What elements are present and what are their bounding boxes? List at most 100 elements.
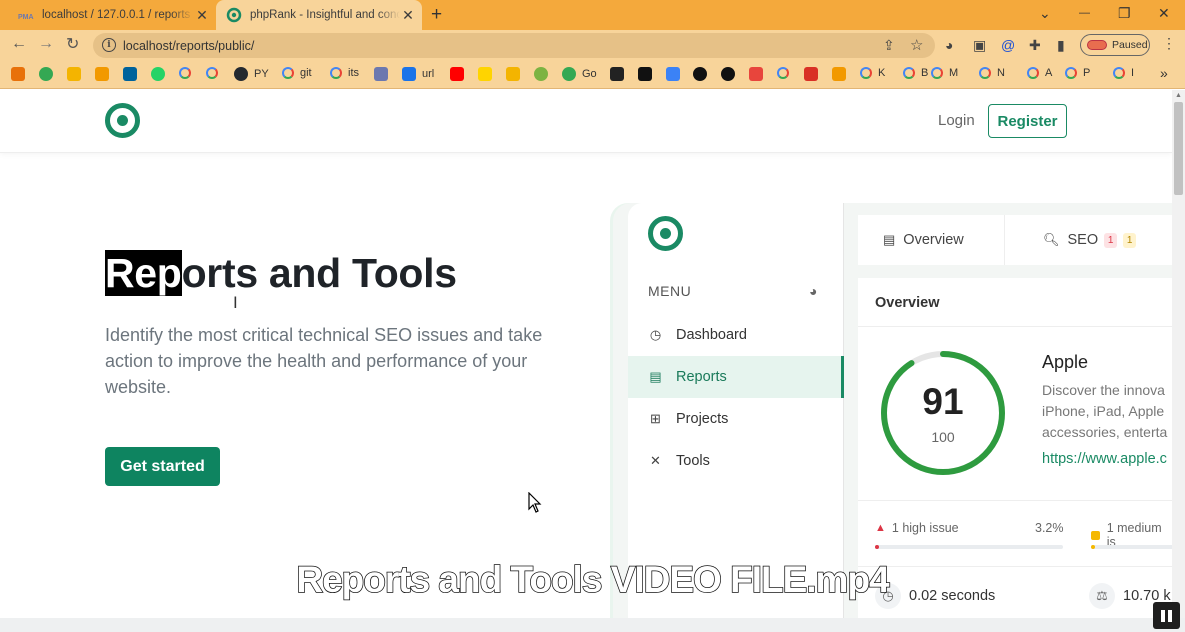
high-issue-fill <box>875 545 879 549</box>
forward-icon[interactable]: → <box>38 35 54 53</box>
hero-title: Reports and Tools <box>105 250 457 297</box>
bars-icon <box>95 67 109 81</box>
register-button[interactable]: Register <box>988 104 1067 138</box>
sidebar-item-dashboard[interactable]: ◷ Dashboard <box>628 314 844 356</box>
site-info-icon[interactable]: i <box>102 38 116 52</box>
close-tab-icon[interactable]: ✕ <box>194 7 210 24</box>
circle-icon <box>562 67 576 81</box>
tab-strip: PMA localhost / 127.0.0.1 / reports / u … <box>0 0 1185 30</box>
bookmark-item[interactable] <box>450 67 464 81</box>
close-window-button[interactable]: ✕ <box>1158 5 1170 22</box>
bookmark-item[interactable] <box>123 67 137 81</box>
ieee-icon <box>123 67 137 81</box>
bookmark-item[interactable]: P <box>1065 67 1090 79</box>
new-tab-button[interactable]: + <box>431 4 442 26</box>
bookmark-item[interactable]: url <box>402 67 434 81</box>
scrollbar-thumb[interactable] <box>1174 102 1183 195</box>
bookmark-item[interactable]: its <box>330 67 359 79</box>
bookmark-item[interactable] <box>67 67 81 81</box>
bookmark-item[interactable] <box>804 67 818 81</box>
restore-button[interactable]: ❐ <box>1118 5 1131 22</box>
bookmark-star-icon[interactable]: ☆ <box>910 36 923 54</box>
bookmark-label: A <box>1045 67 1053 79</box>
panda-extension-icon[interactable]: ◕ <box>945 37 953 53</box>
sidebar-item-label: Tools <box>676 453 710 469</box>
medium-issues-badge: 1 <box>1123 232 1137 248</box>
bookmark-item[interactable]: N <box>979 67 1005 79</box>
url-text[interactable]: localhost/reports/public/ <box>123 39 254 53</box>
sidebar-item-tools[interactable]: ✕ Tools <box>628 440 844 482</box>
palette-icon[interactable]: ◕ <box>809 283 817 299</box>
bookmark-label: P <box>1083 67 1091 79</box>
bookmark-item[interactable] <box>374 67 388 81</box>
bookmark-item[interactable] <box>610 67 624 81</box>
phprank-logo[interactable] <box>105 103 140 138</box>
bookmark-item[interactable] <box>638 67 652 81</box>
address-bar[interactable]: i localhost/reports/public/ ⇪ ☆ <box>93 33 935 58</box>
browser-toolbar: ← → ↻ i localhost/reports/public/ ⇪ ☆ ◕ … <box>0 30 1185 61</box>
bookmark-item[interactable]: M <box>931 67 958 79</box>
bookmark-item[interactable]: PY <box>234 67 269 81</box>
tab-phpmyadmin[interactable]: PMA localhost / 127.0.0.1 / reports / u … <box>8 0 216 30</box>
bookmark-item[interactable] <box>693 67 707 81</box>
page-scrollbar[interactable]: ▲ <box>1172 90 1185 618</box>
bookmark-item[interactable] <box>39 67 53 81</box>
bookmark-item[interactable]: I <box>1113 67 1134 79</box>
phprank-logo <box>648 216 683 251</box>
google-icon <box>903 67 915 79</box>
dashboard-preview: MENU ◕ ◷ Dashboard ▤ Reports ⊞ Projects ✕ To… <box>613 203 1172 618</box>
bookmark-item[interactable] <box>777 67 789 79</box>
bookmark-item[interactable]: git <box>282 67 312 79</box>
menu-dots-icon[interactable]: ⋮ <box>1162 35 1176 52</box>
site-description: Discover the innova iPhone, iPad, Apple … <box>1042 382 1168 440</box>
bookmark-item[interactable] <box>11 67 25 81</box>
bottom-band <box>0 618 1185 632</box>
divider <box>858 500 1172 501</box>
profile-paused-button[interactable]: Paused <box>1080 34 1150 56</box>
login-link[interactable]: Login <box>938 112 975 129</box>
bookmark-item[interactable] <box>478 67 492 81</box>
minimize-button[interactable]: — <box>1079 7 1090 19</box>
bookmark-item[interactable]: A <box>1027 67 1052 79</box>
sidebar-item-label: Reports <box>676 369 727 385</box>
bookmark-label: I <box>1131 67 1135 79</box>
bookmark-item[interactable]: B <box>903 67 928 79</box>
bookmark-item[interactable] <box>721 67 735 81</box>
puzzle-icon[interactable]: ✚ <box>1029 37 1041 54</box>
scroll-up-icon[interactable]: ▲ <box>1175 92 1182 99</box>
score-max: 100 <box>931 429 955 445</box>
site-url-link[interactable]: https://www.apple.c <box>1042 451 1167 467</box>
bookmark-item[interactable] <box>832 67 846 81</box>
globe-icon <box>721 67 735 81</box>
extension-icon[interactable]: ▣ <box>973 37 986 54</box>
tab-overview[interactable]: ▤ Overview <box>858 215 1005 265</box>
pause-icon[interactable] <box>1153 602 1180 629</box>
tab-seo[interactable]: 🔍︎ SEO 1 1 <box>1005 215 1172 265</box>
tab-phprank[interactable]: phpRank - Insightful and concise ✕ <box>216 0 422 30</box>
sidebar-item-projects[interactable]: ⊞ Projects <box>628 398 844 440</box>
close-tab-icon[interactable]: ✕ <box>400 7 416 24</box>
google-icon <box>1065 67 1077 79</box>
extension-at-icon[interactable]: @ <box>1001 37 1015 53</box>
bookmark-item[interactable] <box>749 67 763 81</box>
bookmark-item[interactable]: Go <box>562 67 597 81</box>
side-panel-icon[interactable]: ▮ <box>1057 37 1065 54</box>
tab-search-icon[interactable]: ⌄ <box>1039 5 1051 22</box>
tab-title: localhost / 127.0.0.1 / reports / u <box>42 9 194 21</box>
text-cursor-icon: I <box>233 293 238 312</box>
get-started-button[interactable]: Get started <box>105 447 220 486</box>
bookmark-item[interactable] <box>534 67 548 81</box>
bookmark-item[interactable] <box>206 67 218 79</box>
reload-icon[interactable]: ↻ <box>66 34 79 54</box>
bookmarks-overflow-icon[interactable]: » <box>1160 65 1168 81</box>
bookmark-item[interactable] <box>151 67 165 81</box>
site-name: Apple <box>1042 352 1089 372</box>
bookmark-item[interactable]: K <box>860 67 885 79</box>
bookmark-item[interactable] <box>666 67 680 81</box>
bookmark-item[interactable] <box>179 67 191 79</box>
back-icon[interactable]: ← <box>11 35 27 53</box>
bookmark-item[interactable] <box>506 67 520 81</box>
sidebar-item-reports[interactable]: ▤ Reports <box>628 356 844 398</box>
share-icon[interactable]: ⇪ <box>883 37 895 54</box>
bookmark-item[interactable] <box>95 67 109 81</box>
